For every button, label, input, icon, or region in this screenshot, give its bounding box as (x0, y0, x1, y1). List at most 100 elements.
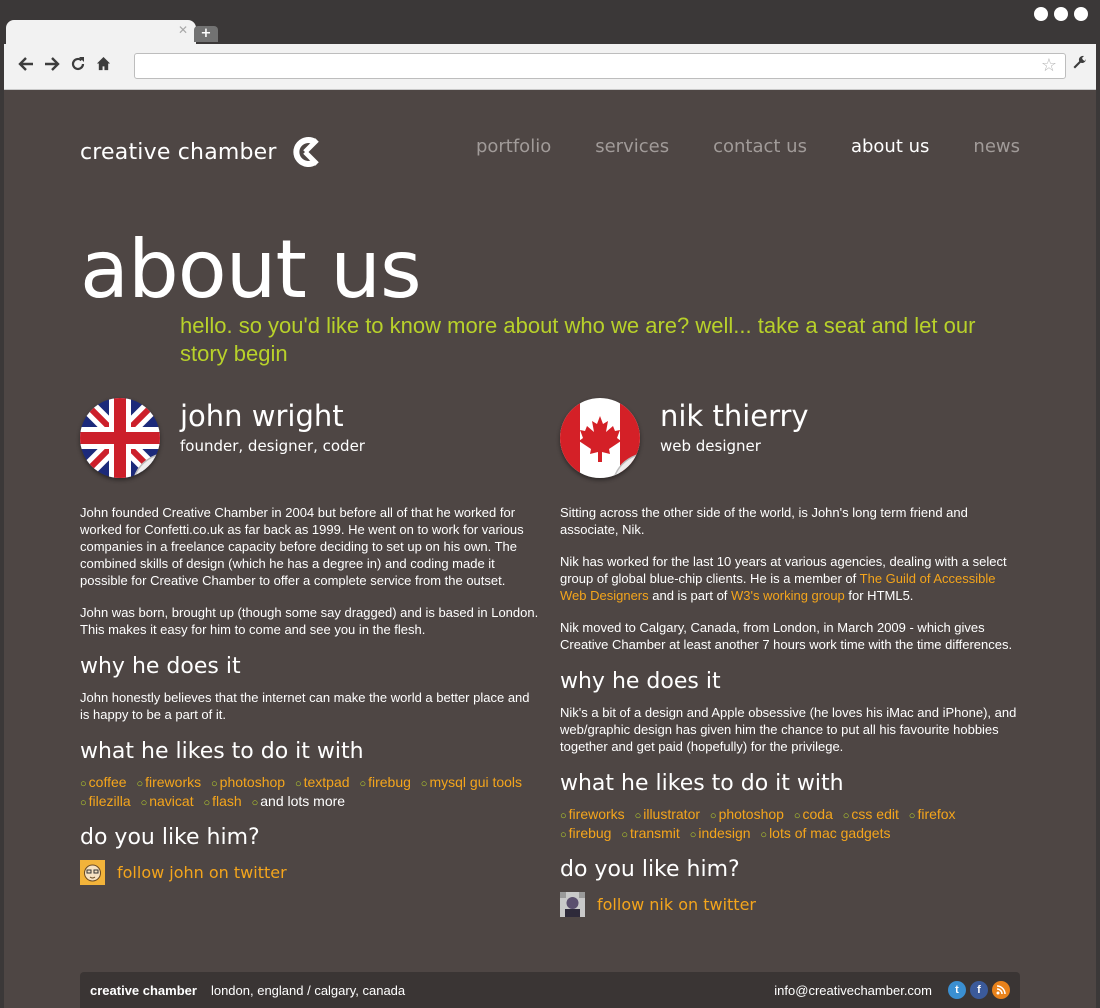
profile-name: nik thierry (660, 399, 809, 433)
section-heading: what he likes to do it with (560, 771, 844, 796)
w3-link[interactable]: W3's working group (731, 588, 845, 603)
profile-nik: nik thierry web designer Sitting across … (560, 398, 1022, 917)
nav-portfolio[interactable]: portfolio (476, 136, 551, 157)
profile-bio: John founded Creative Chamber in 2004 bu… (80, 504, 542, 638)
tool-item[interactable]: firebug (368, 774, 411, 790)
tool-item[interactable]: coffee (89, 774, 127, 790)
site-logo[interactable]: creative chamber (80, 134, 323, 170)
bullet-icon: ○ (136, 778, 144, 790)
tool-item[interactable]: firefox (917, 806, 955, 822)
bullet-icon: ○ (908, 810, 916, 822)
page-title: about us (80, 223, 422, 316)
profile-name: john wright (180, 399, 344, 433)
bullet-icon: ○ (80, 778, 87, 790)
uk-flag-icon (80, 398, 160, 478)
tool-item[interactable]: flash (212, 793, 242, 809)
browser-tab[interactable]: ✕ (6, 20, 196, 46)
facebook-icon[interactable]: f (970, 981, 988, 999)
bio-paragraph: John founded Creative Chamber in 2004 bu… (80, 505, 524, 588)
bullet-icon: ○ (621, 829, 629, 841)
section-heading: do you like him? (80, 825, 260, 850)
browser-toolbar: ☆ (4, 44, 1096, 90)
bullet-icon: ○ (140, 797, 148, 809)
bullet-icon: ○ (211, 778, 218, 790)
tool-list: ○ fireworks ○ illustrator ○ photoshop ○ coda… (560, 806, 1022, 844)
bullet-icon: ○ (294, 778, 302, 790)
tool-item[interactable]: coda (803, 806, 833, 822)
twitter-link[interactable]: follow nik on twitter (597, 895, 756, 914)
twitter-follow[interactable]: follow nik on twitter (560, 892, 1022, 917)
twitter-follow[interactable]: follow john on twitter (80, 860, 542, 885)
bullet-icon: ○ (80, 797, 87, 809)
reload-icon[interactable] (70, 56, 86, 77)
logo-mark-icon[interactable] (289, 134, 323, 170)
back-arrow-icon[interactable] (18, 56, 34, 77)
tab-close-icon[interactable]: ✕ (178, 24, 188, 36)
tool-item[interactable]: textpad (304, 774, 350, 790)
window-frame-right (1096, 90, 1100, 1008)
nav-contact-us[interactable]: contact us (713, 136, 807, 157)
tool-item[interactable]: mysql gui tools (429, 774, 522, 790)
tool-item[interactable]: css edit (851, 806, 898, 822)
nav-news[interactable]: news (973, 136, 1020, 157)
tool-item[interactable]: firebug (569, 825, 612, 841)
profile-bio: Sitting across the other side of the wor… (560, 504, 1022, 653)
tool-list-end: and lots more (260, 793, 346, 809)
bullet-icon: ○ (560, 829, 567, 841)
bio-text: for HTML5. (844, 588, 914, 603)
profile-john: john wright founder, designer, coder Joh… (80, 398, 542, 885)
forward-arrow-icon[interactable] (44, 56, 60, 77)
tool-item[interactable]: navicat (149, 793, 193, 809)
section-heading: do you like him? (560, 857, 740, 882)
bullet-icon: ○ (689, 829, 697, 841)
nav-services[interactable]: services (595, 136, 669, 157)
tool-item[interactable]: lots of mac gadgets (769, 825, 890, 841)
section-heading: why he does it (80, 654, 241, 679)
twitter-link[interactable]: follow john on twitter (117, 863, 287, 882)
bio-paragraph: John was born, brought up (though some s… (80, 605, 539, 637)
section-heading: why he does it (560, 669, 721, 694)
bio-paragraph: Nik moved to Calgary, Canada, from Londo… (560, 620, 1013, 652)
nav-about-us[interactable]: about us (851, 136, 929, 157)
canada-flag-icon (560, 398, 640, 478)
star-icon[interactable]: ☆ (1041, 56, 1057, 76)
window-control-dot[interactable] (1074, 7, 1088, 21)
tool-item[interactable]: fireworks (145, 774, 201, 790)
browser-title-bar: ✕ + (0, 0, 1100, 46)
window-control-dot[interactable] (1034, 7, 1048, 21)
twitter-icon[interactable]: t (948, 981, 966, 999)
bullet-icon: ○ (560, 810, 567, 822)
address-bar[interactable]: ☆ (134, 53, 1066, 79)
tool-item[interactable]: fireworks (569, 806, 625, 822)
tool-item[interactable]: filezilla (89, 793, 131, 809)
why-text: Nik's a bit of a design and Apple obsess… (560, 704, 1022, 755)
tool-item[interactable]: photoshop (220, 774, 285, 790)
bio-paragraph: Nik has worked for the last 10 years at … (560, 553, 1022, 604)
wrench-icon[interactable] (1072, 55, 1088, 76)
new-tab-button[interactable]: + (194, 26, 218, 42)
footer-email[interactable]: info@creativechamber.com (774, 983, 932, 998)
footer-locations: london, england / calgary, canada (210, 982, 406, 998)
bio-paragraph: John honestly believes that the internet… (80, 690, 530, 722)
bullet-icon: ○ (203, 797, 211, 809)
tool-item[interactable]: indesign (698, 825, 750, 841)
bio-paragraph: Nik's a bit of a design and Apple obsess… (560, 705, 1017, 754)
bullet-icon: ○ (359, 778, 367, 790)
bullet-icon: ○ (793, 810, 801, 822)
main-nav: portfolio services contact us about us n… (476, 136, 1020, 157)
tool-item[interactable]: illustrator (643, 806, 700, 822)
bullet-icon: ○ (842, 810, 850, 822)
bullet-icon: ○ (709, 810, 717, 822)
bio-text: and is part of (648, 588, 732, 603)
bullet-icon: ○ (760, 829, 768, 841)
profile-role: founder, designer, coder (180, 437, 365, 455)
window-control-dot[interactable] (1054, 7, 1068, 21)
rss-icon[interactable] (992, 981, 1010, 999)
tool-item[interactable]: transmit (630, 825, 680, 841)
logo-text[interactable]: creative chamber (80, 140, 277, 165)
nik-avatar-icon (560, 892, 585, 917)
home-icon[interactable] (96, 56, 111, 76)
tool-item[interactable]: photoshop (719, 806, 784, 822)
site-footer: creative chamber london, england / calga… (80, 972, 1020, 1008)
profile-role: web designer (660, 437, 761, 455)
